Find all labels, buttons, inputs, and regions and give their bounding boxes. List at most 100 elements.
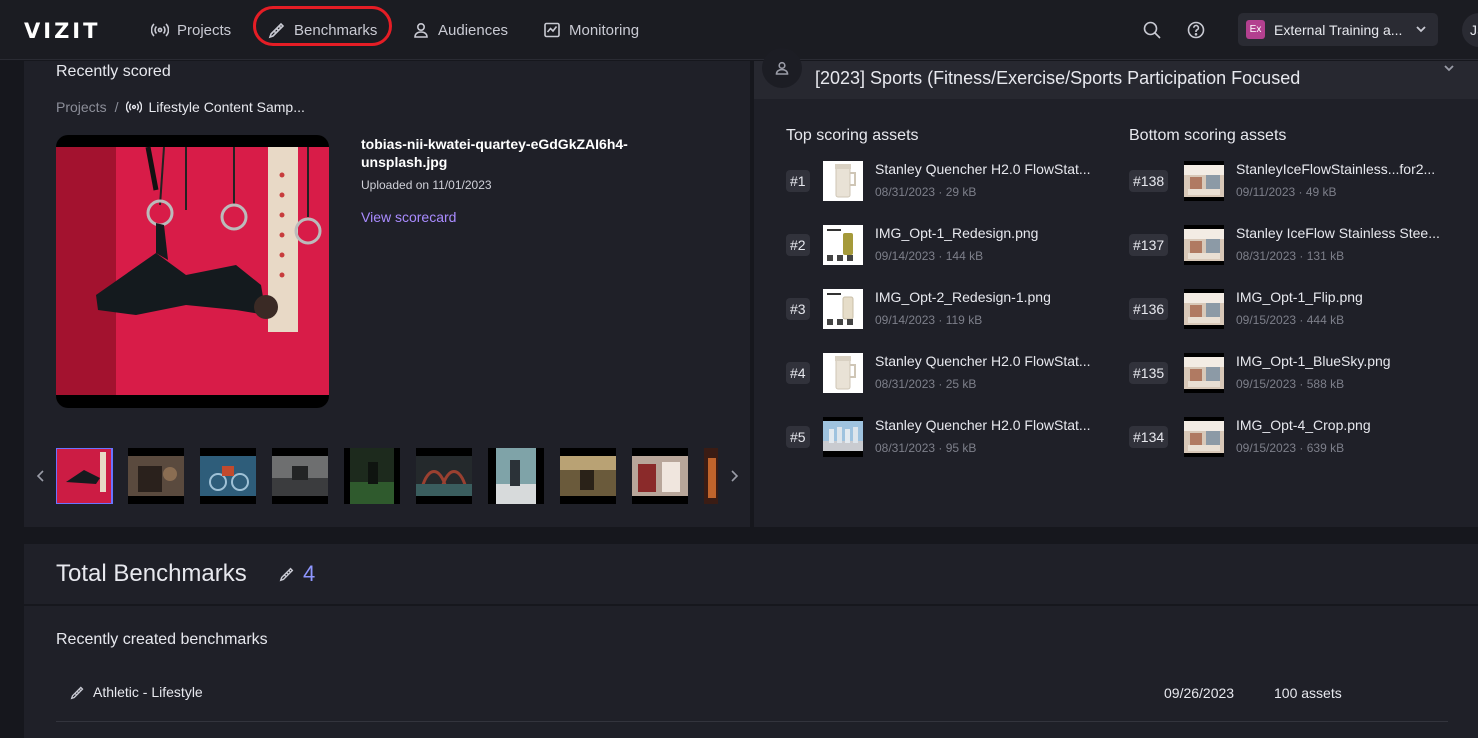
rank-badge: #1 [786, 170, 810, 192]
rank-badge: #2 [786, 234, 810, 256]
asset-name[interactable]: IMG_Opt-1_Flip.png [1236, 289, 1363, 305]
chevron-down-icon[interactable] [1442, 61, 1456, 75]
asset-name[interactable]: Stanley Quencher H2.0 FlowStat... [875, 353, 1091, 369]
view-scorecard-link[interactable]: View scorecard [361, 209, 456, 225]
top-nav: VIZIT Projects Benchmarks Audiences Moni… [0, 0, 1478, 60]
asset-meta: 09/11/2023 · 49 kB [1236, 185, 1337, 199]
chart-icon [544, 22, 560, 38]
thumbnail[interactable] [488, 448, 544, 504]
asset-meta: 09/14/2023 · 144 kB [875, 249, 984, 263]
search-button[interactable] [1141, 19, 1163, 41]
thumbnail[interactable] [56, 448, 113, 504]
asset-meta: 08/31/2023 · 95 kB [875, 441, 977, 455]
asset-meta: 09/15/2023 · 444 kB [1236, 313, 1345, 327]
asset-meta: 08/31/2023 · 25 kB [875, 377, 977, 391]
asset-name[interactable]: StanleyIceFlowStainless...for2... [1236, 161, 1435, 177]
asset-name[interactable]: IMG_Opt-2_Redesign-1.png [875, 289, 1051, 305]
user-avatar[interactable]: JS [1462, 13, 1478, 47]
thumbnail[interactable] [272, 448, 328, 504]
person-icon [775, 61, 789, 75]
broadcast-icon [151, 23, 169, 37]
asset-row[interactable]: #4 Stanley Quencher H2.0 FlowStat... 08/31… [786, 353, 1116, 393]
asset-meta: 09/15/2023 · 639 kB [1236, 441, 1345, 455]
breadcrumb-separator: / [114, 99, 119, 115]
rank-badge: #3 [786, 298, 810, 320]
asset-row[interactable]: #138 StanleyIceFlowStainless...for2... 09/… [1129, 161, 1459, 201]
asset-thumbnail[interactable] [1184, 289, 1224, 329]
audience-header[interactable]: [2023] Sports (Fitness/Exercise/Sports P… [754, 48, 1478, 99]
nav-projects[interactable]: Projects [151, 18, 231, 42]
thumbnail[interactable] [344, 448, 400, 504]
chevron-down-icon [1416, 26, 1426, 33]
chevron-right-icon [731, 470, 739, 482]
audience-avatar [762, 48, 802, 88]
upload-date: Uploaded on 11/01/2023 [361, 178, 492, 192]
benchmarks-highlight-ring [253, 6, 392, 46]
thumbnail[interactable] [632, 448, 688, 504]
asset-thumbnail[interactable] [823, 289, 863, 329]
asset-name[interactable]: IMG_Opt-1_BlueSky.png [1236, 353, 1391, 369]
thumb-next-button[interactable] [727, 466, 741, 486]
thumbnail[interactable] [200, 448, 256, 504]
ruler-icon [279, 567, 294, 582]
thumbnail[interactable] [560, 448, 616, 504]
asset-row[interactable]: #134 IMG_Opt-4_Crop.png 09/15/2023 · 639 k… [1129, 417, 1459, 457]
asset-thumbnail[interactable] [1184, 161, 1224, 201]
workspace-name: External Training a... [1274, 21, 1403, 38]
audience-scoring-panel: [2023] Sports (Fitness/Exercise/Sports P… [754, 48, 1478, 527]
asset-row[interactable]: #3 IMG_Opt-2_Redesign-1.png 09/14/2023 · 1… [786, 289, 1116, 329]
total-benchmarks-title: Total Benchmarks [56, 560, 247, 587]
nav-monitoring[interactable]: Monitoring [543, 18, 639, 42]
asset-name[interactable]: Stanley Quencher H2.0 FlowStat... [875, 161, 1091, 177]
thumbnail[interactable] [704, 448, 718, 504]
asset-thumbnail[interactable] [1184, 417, 1224, 457]
rank-badge: #138 [1129, 170, 1169, 192]
asset-row[interactable]: #1 Stanley Quencher H2.0 FlowStat... 08/31… [786, 161, 1116, 201]
help-button[interactable] [1185, 19, 1207, 41]
thumb-prev-button[interactable] [34, 466, 48, 486]
benchmarks-list-panel: Recently created benchmarks Athletic - L… [24, 606, 1478, 738]
benchmark-row[interactable]: Athletic - Lifestyle 09/26/2023 100 asse… [56, 676, 1448, 722]
ruler-icon [70, 686, 84, 699]
asset-row[interactable]: #5 Stanley Quencher H2.0 FlowStat... 08/31… [786, 417, 1116, 457]
asset-thumbnail[interactable] [823, 225, 863, 265]
benchmarks-count-value: 4 [303, 561, 316, 586]
asset-thumbnail[interactable] [1184, 225, 1224, 265]
nav-projects-label: Projects [177, 21, 232, 39]
nav-monitoring-label: Monitoring [569, 21, 640, 39]
asset-thumbnail[interactable] [823, 417, 863, 457]
asset-thumbnail[interactable] [823, 161, 863, 201]
thumbnail[interactable] [416, 448, 472, 504]
asset-name[interactable]: Stanley Quencher H2.0 FlowStat... [875, 417, 1091, 433]
asset-row[interactable]: #136 IMG_Opt-1_Flip.png 09/15/2023 · 444 k… [1129, 289, 1459, 329]
recent-benchmarks-title: Recently created benchmarks [56, 631, 268, 648]
top-scoring-title: Top scoring assets [786, 127, 919, 144]
asset-thumbnail[interactable] [823, 353, 863, 393]
asset-row[interactable]: #137 Stanley IceFlow Stainless Stee... 08/… [1129, 225, 1459, 265]
asset-name[interactable]: IMG_Opt-4_Crop.png [1236, 417, 1371, 433]
benchmark-name-label: Athletic - Lifestyle [93, 684, 203, 700]
search-icon [1143, 21, 1161, 39]
asset-meta: 09/14/2023 · 119 kB [875, 313, 983, 327]
asset-row[interactable]: #135 IMG_Opt-1_BlueSky.png 09/15/2023 · 58… [1129, 353, 1459, 393]
recently-scored-panel: Recently scored Projects / Lifestyle Con… [24, 61, 750, 527]
breadcrumb: Projects / Lifestyle Content Samp... [56, 99, 305, 115]
asset-name[interactable]: IMG_Opt-1_Redesign.png [875, 225, 1038, 241]
rank-badge: #135 [1129, 362, 1169, 384]
thumbnail[interactable] [128, 448, 184, 504]
benchmark-asset-count: 100 assets [1274, 685, 1342, 701]
benchmarks-count: 4 [279, 561, 315, 587]
breadcrumb-root[interactable]: Projects [56, 99, 107, 115]
nav-audiences[interactable]: Audiences [412, 18, 508, 42]
workspace-selector[interactable]: Ex External Training a... [1238, 13, 1438, 46]
asset-thumbnail[interactable] [1184, 353, 1224, 393]
asset-preview-image[interactable] [56, 135, 329, 408]
asset-row[interactable]: #2 IMG_Opt-1_Redesign.png 09/14/2023 · 144… [786, 225, 1116, 265]
rank-badge: #5 [786, 426, 810, 448]
benchmark-name: Athletic - Lifestyle [70, 684, 203, 700]
benchmarks-header: Total Benchmarks 4 [24, 544, 1478, 604]
asset-filename: tobias-nii-kwatei-quartey-eGdGkZAI6h4-un… [361, 136, 628, 170]
asset-name[interactable]: Stanley IceFlow Stainless Stee... [1236, 225, 1440, 241]
vizit-logo[interactable]: VIZIT [24, 19, 100, 43]
breadcrumb-current[interactable]: Lifestyle Content Samp... [126, 99, 305, 115]
